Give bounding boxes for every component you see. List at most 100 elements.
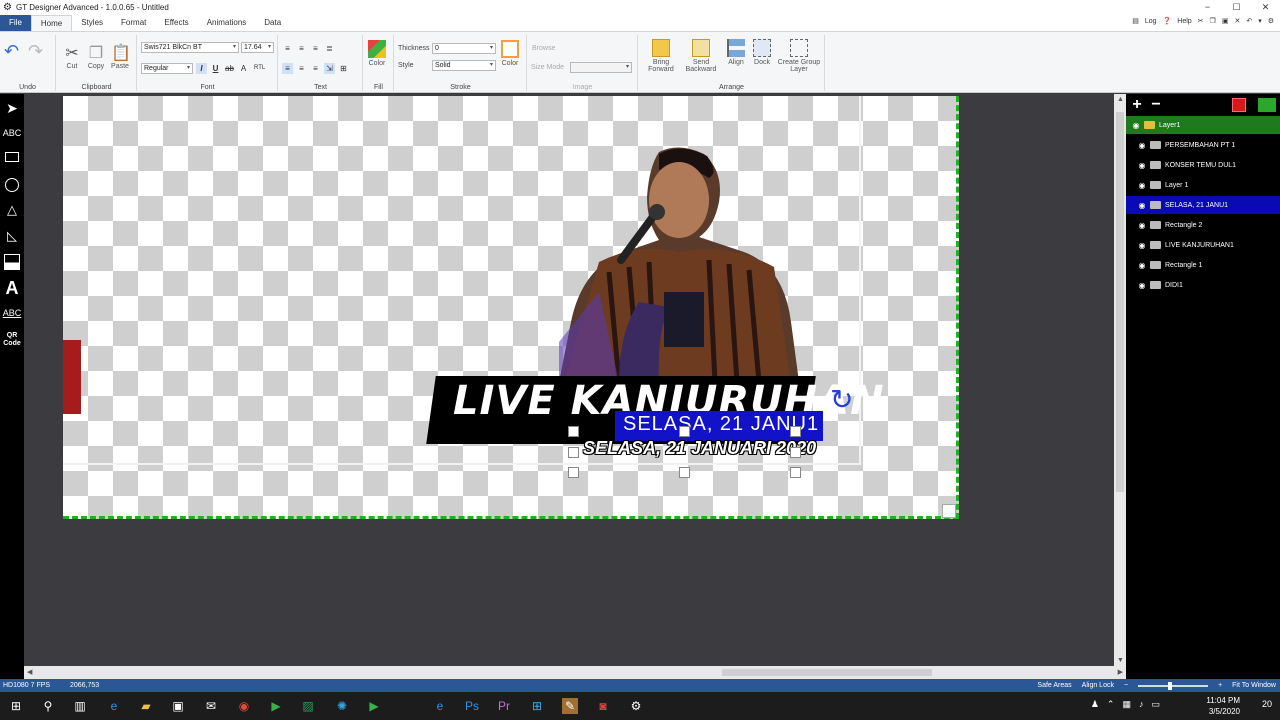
ellipse-icon[interactable] [0, 178, 24, 194]
tab-format[interactable]: Format [112, 15, 155, 31]
resize-handle-left[interactable] [568, 447, 579, 458]
stroke-color-button[interactable]: Color [501, 40, 519, 67]
app-icon[interactable]: ✺ [334, 698, 350, 714]
tab-data[interactable]: Data [255, 15, 290, 31]
tab-effects[interactable]: Effects [155, 15, 197, 31]
eye-icon[interactable]: ◉ [1136, 281, 1148, 290]
chevron-down-icon[interactable]: ▾ [1258, 17, 1262, 25]
undo-small-icon[interactable]: ↶ [1246, 17, 1252, 25]
horizontal-scroll-thumb[interactable] [722, 669, 932, 676]
lock-icon[interactable] [1150, 281, 1161, 289]
fill-color-button[interactable]: Color [368, 40, 386, 67]
rectangle-icon[interactable] [0, 152, 24, 164]
resize-handle-top[interactable] [679, 426, 690, 437]
lock-icon[interactable] [1150, 261, 1161, 269]
paste-button[interactable]: 📋 Paste [111, 43, 131, 70]
pointer-icon[interactable]: ➤ [0, 100, 24, 117]
vertical-scrollbar[interactable]: ▲ ▼ [1114, 94, 1126, 666]
scissors-icon[interactable]: ✂ [1198, 17, 1204, 25]
volume-icon[interactable]: ♪ [1139, 699, 1144, 710]
design-board[interactable]: LIVE KANJURUHAN SELASA, 21 JANU1 SELASA,… [63, 96, 959, 519]
folder-icon[interactable]: ▰ [138, 698, 154, 714]
cut-button[interactable]: ✂ Cut [63, 43, 81, 70]
valign-middle-icon[interactable]: ≡ [296, 63, 307, 74]
safe-areas-toggle[interactable]: Safe Areas [1037, 679, 1071, 692]
premiere-icon[interactable]: Pr [496, 698, 512, 714]
resize-handle-top-right[interactable] [790, 426, 801, 437]
align-button[interactable]: Align [725, 39, 747, 66]
recorder-icon[interactable]: ◙ [595, 698, 611, 714]
send-backward-button[interactable]: Send Backward [681, 39, 721, 73]
resize-handle-top-left[interactable] [568, 426, 579, 437]
layer-row[interactable]: ◉ DIDI1 [1126, 276, 1280, 294]
zoom-out-icon[interactable]: − [1124, 679, 1128, 692]
redo-icon[interactable]: ↷ [28, 41, 43, 62]
battery-icon[interactable]: ▭ [1151, 699, 1160, 710]
qr-code-tool[interactable]: QR Code [0, 332, 24, 348]
strikethrough-icon[interactable]: ab [224, 63, 235, 74]
tab-styles[interactable]: Styles [72, 15, 112, 31]
lock-icon[interactable] [1150, 141, 1161, 149]
align-center-icon[interactable]: ≡ [296, 43, 307, 54]
resize-handle-bottom-left[interactable] [568, 467, 579, 478]
spreadsheet-icon[interactable]: ▨ [300, 698, 316, 714]
log-button[interactable]: Log [1145, 18, 1157, 25]
eye-icon[interactable]: ◉ [1130, 121, 1142, 130]
scroll-right-icon[interactable]: ▶ [1118, 668, 1123, 676]
chrome-icon[interactable]: ◉ [236, 698, 252, 714]
copy-button[interactable]: ❐ Copy [87, 43, 105, 70]
layer-row[interactable]: ◉ Layer 1 [1126, 176, 1280, 194]
ie-icon[interactable]: e [432, 698, 448, 714]
eye-icon[interactable]: ◉ [1136, 261, 1148, 270]
close-small-icon[interactable]: ✕ [1234, 17, 1240, 25]
maximize-button[interactable]: ☐ [1222, 0, 1251, 15]
windows-app-icon[interactable]: ⊞ [529, 698, 545, 714]
vertical-scroll-thumb[interactable] [1116, 112, 1124, 492]
thickness-input[interactable]: 0 [432, 43, 496, 54]
zoom-in-icon[interactable]: + [1218, 679, 1222, 692]
valign-top-icon[interactable]: ≡ [282, 63, 293, 74]
font-family-select[interactable]: Swis721 BlkCn BT [141, 42, 239, 53]
eye-icon[interactable]: ◉ [1136, 201, 1148, 210]
line-icon[interactable]: ◺ [0, 228, 24, 244]
lock-icon[interactable] [1150, 161, 1161, 169]
paste-icon[interactable]: ▣ [1222, 17, 1229, 25]
scrolling-text-tool[interactable]: ABC [0, 308, 24, 318]
horizontal-scrollbar[interactable]: ◀ ▶ [24, 666, 1126, 679]
help-button[interactable]: Help [1177, 18, 1191, 25]
align-lock-toggle[interactable]: Align Lock [1082, 679, 1114, 692]
layer-row[interactable]: ◉ LIVE KANJURUHAN1 [1126, 236, 1280, 254]
italic-icon[interactable]: I [196, 63, 207, 74]
font-color-icon[interactable]: A [238, 63, 249, 74]
settings-icon[interactable]: ⚙ [1268, 17, 1274, 25]
eye-icon[interactable]: ◉ [1136, 161, 1148, 170]
resize-handle-right[interactable] [790, 447, 801, 458]
undo-icon[interactable]: ↶ [4, 41, 19, 62]
board-resize-handle[interactable] [942, 504, 956, 518]
resize-handle-bottom[interactable] [679, 467, 690, 478]
red-logo-fragment[interactable] [63, 340, 81, 414]
valign-bottom-icon[interactable]: ≡ [310, 63, 321, 74]
lock-icon[interactable] [1144, 121, 1155, 129]
gt-designer-taskbar-icon[interactable]: ⚙ [628, 698, 644, 714]
rtl-button[interactable]: RTL [254, 63, 265, 74]
bring-forward-button[interactable]: Bring Forward [643, 39, 679, 73]
layer-row[interactable]: ◉ PERSEMBAHAN PT 1 [1126, 136, 1280, 154]
zoom-slider[interactable] [1138, 681, 1209, 690]
taskbar-clock[interactable]: 11:04 PM 3/5/2020 [1206, 695, 1240, 717]
date-text[interactable]: SELASA, 21 JANUARI 2020 [583, 438, 816, 459]
font-style-select[interactable]: Regular [141, 63, 193, 74]
photoshop-icon[interactable]: Ps [464, 698, 480, 714]
font-size-select[interactable]: 17.64 [241, 42, 274, 53]
layer-group-row[interactable]: ◉ Layer1 [1126, 116, 1280, 134]
copy-icon[interactable]: ❐ [1210, 17, 1216, 25]
underline-icon[interactable]: U [210, 63, 221, 74]
create-group-button[interactable]: Create Group Layer [777, 39, 821, 73]
scroll-up-icon[interactable]: ▲ [1117, 96, 1124, 103]
lock-icon[interactable] [1150, 201, 1161, 209]
person-icon[interactable]: ♟ [1091, 699, 1099, 710]
scroll-left-icon[interactable]: ◀ [27, 668, 32, 676]
text-tool[interactable]: ABC [0, 128, 24, 138]
minimize-button[interactable]: − [1193, 0, 1222, 15]
add-layer-icon[interactable]: + [1129, 97, 1145, 113]
